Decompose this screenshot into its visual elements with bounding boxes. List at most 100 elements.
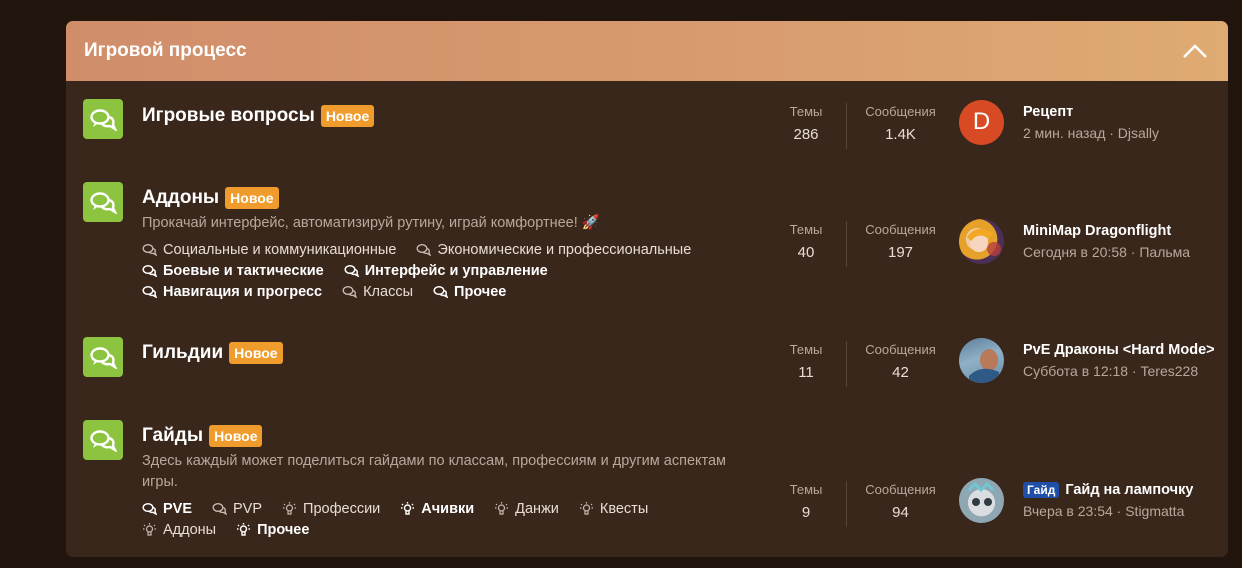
messages-label: Сообщения xyxy=(865,104,936,119)
subforum-link[interactable]: Экономические и профессиональные xyxy=(416,239,691,260)
last-thread-title[interactable]: Рецепт xyxy=(1023,104,1073,120)
last-thread-meta[interactable]: Вчера в 23:54 · Stigmatta xyxy=(1023,503,1215,519)
lightbulb-icon xyxy=(579,502,593,515)
last-thread-link[interactable]: MiniMap Dragonflight xyxy=(1023,223,1215,239)
forum-icon xyxy=(83,337,123,377)
last-thread-title[interactable]: Гайд на лампочку xyxy=(1065,482,1193,498)
subforum-label[interactable]: Экономические и профессиональные xyxy=(437,242,691,258)
forum-icon xyxy=(83,182,123,222)
new-badge: Новое xyxy=(225,187,279,209)
subforum-link[interactable]: Боевые и тактические xyxy=(142,260,324,281)
collapse-button[interactable] xyxy=(1180,36,1210,66)
comments-icon xyxy=(90,347,117,369)
forum-icon xyxy=(83,99,123,139)
forum-icon xyxy=(83,420,123,460)
comments-icon xyxy=(90,430,117,452)
stat-messages: Сообщения 1.4K xyxy=(846,103,954,149)
subforum-label[interactable]: Прочее xyxy=(454,284,506,300)
avatar[interactable] xyxy=(959,477,1004,523)
last-thread-title[interactable]: MiniMap Dragonflight xyxy=(1023,223,1171,239)
topics-label: Темы xyxy=(789,482,823,497)
avatar[interactable] xyxy=(959,218,1004,264)
category-title[interactable]: Игровой процесс xyxy=(84,40,247,62)
avatar[interactable] xyxy=(959,337,1004,383)
last-thread-meta[interactable]: Сегодня в 20:58 · Пальма xyxy=(1023,244,1215,260)
node-title[interactable]: Аддоны xyxy=(142,187,219,209)
new-badge: Новое xyxy=(209,425,263,447)
new-badge: Новое xyxy=(229,342,283,364)
subforum-label[interactable]: Классы xyxy=(363,284,413,300)
node-title[interactable]: Гильдии xyxy=(142,342,223,364)
subforum-label[interactable]: Профессии xyxy=(303,501,380,517)
comments-icon xyxy=(433,285,449,298)
subforum-link[interactable]: PVP xyxy=(212,498,262,519)
node-description: Здесь каждый может поделиться гайдами по… xyxy=(142,453,727,490)
node-title[interactable]: Игровые вопросы xyxy=(142,105,315,127)
comments-icon xyxy=(142,244,157,256)
subforum-link[interactable]: Прочее xyxy=(433,281,506,302)
comments-icon xyxy=(416,244,432,256)
subforum-link[interactable]: Ачивки xyxy=(400,498,474,519)
subforum-link[interactable]: Интерфейс и управление xyxy=(344,260,548,281)
user-avatar-image xyxy=(969,348,999,383)
subforum-label[interactable]: Ачивки xyxy=(421,501,474,517)
last-thread-meta[interactable]: Суббота в 12:18 · Teres228 xyxy=(1023,363,1215,379)
subforum-label[interactable]: Навигация и прогресс xyxy=(163,284,322,300)
messages-label: Сообщения xyxy=(865,342,936,357)
comments-icon xyxy=(344,264,359,277)
messages-label: Сообщения xyxy=(865,222,936,237)
subforum-label[interactable]: Социальные и коммуникационные xyxy=(163,242,396,258)
stat-topics: Темы 9 xyxy=(766,481,846,527)
stat-topics: Темы 11 xyxy=(766,341,846,387)
category-header[interactable]: Игровой процесс xyxy=(66,21,1228,81)
last-thread-link[interactable]: Рецепт xyxy=(1023,104,1215,120)
subforum-link[interactable]: Социальные и коммуникационные xyxy=(142,239,396,260)
user-avatar-image xyxy=(967,481,995,506)
category-block: Игровой процесс Игровые вопросы Новое Те… xyxy=(66,21,1228,557)
messages-value: 94 xyxy=(892,504,909,521)
chevron-up-icon xyxy=(1183,44,1207,58)
node-description: Прокачай интерфейс, автоматизируй рутину… xyxy=(142,215,600,231)
node-title[interactable]: Гайды xyxy=(142,425,203,447)
lightbulb-icon xyxy=(237,523,251,536)
new-badge: Новое xyxy=(320,105,375,127)
topics-label: Темы xyxy=(789,222,823,237)
subforum-label[interactable]: Боевые и тактические xyxy=(163,263,324,279)
subforum-label[interactable]: PVE xyxy=(163,501,192,517)
subforum-link[interactable]: Данжи xyxy=(494,498,559,519)
avatar-letter: D xyxy=(972,108,991,135)
comments-icon xyxy=(142,285,157,298)
last-thread-link[interactable]: Гайд Гайд на лампочку xyxy=(1023,481,1215,498)
comments-icon xyxy=(212,503,228,515)
subforum-link[interactable]: PVE xyxy=(142,498,192,519)
stat-messages: Сообщения 94 xyxy=(846,481,954,527)
messages-label: Сообщения xyxy=(865,482,936,497)
last-thread-link[interactable]: PvE Драконы <Hard Mode> xyxy=(1023,342,1215,358)
subforum-link[interactable]: Прочее xyxy=(236,519,309,540)
subforum-link[interactable]: Профессии xyxy=(282,498,380,519)
subforum-link[interactable]: Квесты xyxy=(579,498,648,519)
topics-value: 40 xyxy=(797,244,815,261)
subforum-label[interactable]: Прочее xyxy=(257,522,309,538)
stat-topics: Темы 40 xyxy=(766,221,846,267)
subforum-link[interactable]: Навигация и прогресс xyxy=(142,281,322,302)
topics-value: 9 xyxy=(801,504,811,521)
subforum-label[interactable]: Данжи xyxy=(515,501,559,517)
last-thread-meta[interactable]: 2 мин. назад · Djsally xyxy=(1023,125,1215,141)
subforum-link[interactable]: Классы xyxy=(342,281,413,302)
forum-node-game-questions: Игровые вопросы Новое Темы 286 Сообщения… xyxy=(66,81,1228,161)
subforum-label[interactable]: Квесты xyxy=(600,501,648,517)
subforum-label[interactable]: PVP xyxy=(233,501,262,517)
comments-icon xyxy=(90,192,117,214)
topics-value: 286 xyxy=(793,126,819,143)
thread-prefix-label[interactable]: Гайд xyxy=(1023,481,1060,498)
comments-icon xyxy=(142,502,157,515)
subforum-label[interactable]: Интерфейс и управление xyxy=(365,263,548,279)
comments-icon xyxy=(342,286,358,298)
messages-value: 42 xyxy=(892,364,909,381)
last-thread-title[interactable]: PvE Драконы <Hard Mode> xyxy=(1023,342,1215,358)
avatar[interactable]: D xyxy=(959,99,1004,145)
subforum-link[interactable]: Аддоны xyxy=(142,519,216,540)
forum-node-addons: Аддоны Новое Прокачай интерфейс, автомат… xyxy=(66,161,1228,319)
subforum-label[interactable]: Аддоны xyxy=(163,522,216,538)
